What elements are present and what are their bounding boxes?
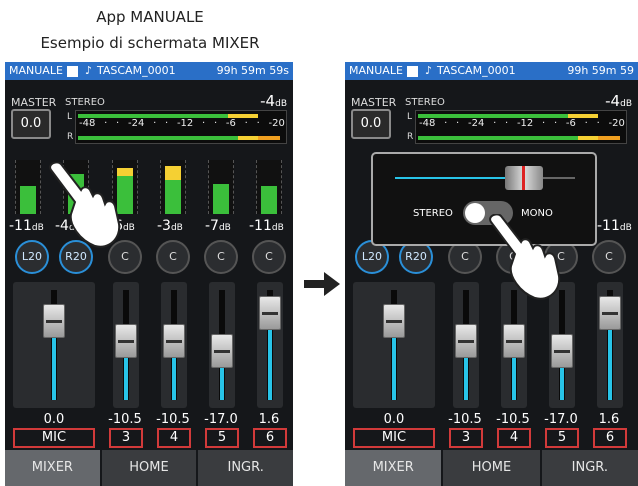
fader-value: 0.0 bbox=[43, 412, 65, 427]
caption-subtitle: Esempio di schermata MIXER bbox=[40, 34, 260, 52]
channel-name-button[interactable]: 6 bbox=[593, 428, 627, 448]
pan-knob[interactable]: C bbox=[252, 240, 286, 274]
channel-fader-3[interactable] bbox=[453, 282, 479, 408]
fader-value: 1.6 bbox=[598, 412, 620, 427]
tab-input[interactable]: INGR. bbox=[198, 450, 293, 486]
channel-name-button[interactable]: 5 bbox=[545, 428, 579, 448]
channel-fader-mic[interactable] bbox=[353, 282, 435, 408]
channel-fader-3[interactable] bbox=[113, 282, 139, 408]
meter-left-label: L bbox=[67, 112, 73, 122]
meter-left-label: L bbox=[407, 112, 413, 122]
fader-value: -10.5 bbox=[496, 412, 530, 427]
channel-fader-6[interactable] bbox=[257, 282, 283, 408]
channel-name-button[interactable]: MIC bbox=[353, 428, 435, 448]
mixer-screen-right: MANUALE ♪ TASCAM_0001 99h 59m 59 MASTER … bbox=[345, 62, 638, 486]
channel-fader-5[interactable] bbox=[209, 282, 235, 408]
master-peak: -4dB bbox=[605, 92, 632, 110]
top-bar: MANUALE ♪ TASCAM_0001 99h 59m 59s bbox=[5, 62, 293, 80]
channel-name-button[interactable]: 4 bbox=[497, 428, 531, 448]
pointing-hand-icon bbox=[49, 162, 121, 248]
music-note-icon: ♪ bbox=[425, 64, 433, 77]
tab-mixer[interactable]: MIXER bbox=[5, 450, 100, 486]
channel-fader-6[interactable] bbox=[597, 282, 623, 408]
master-level-button[interactable]: 0.0 bbox=[351, 109, 391, 139]
bottom-nav: MIXER HOME INGR. bbox=[5, 450, 293, 486]
master-label: MASTER bbox=[11, 96, 57, 109]
fader-value: 1.6 bbox=[258, 412, 280, 427]
fader-value: 0.0 bbox=[383, 412, 405, 427]
fader-value: -17.0 bbox=[204, 412, 238, 427]
mixer-screen-left: MANUALE ♪ TASCAM_0001 99h 59m 59s MASTER… bbox=[5, 62, 293, 486]
stereo-label: STEREO bbox=[65, 97, 105, 108]
channel-db: -11dB bbox=[249, 218, 284, 234]
pan-knob[interactable]: C bbox=[156, 240, 190, 274]
fader-value: -10.5 bbox=[156, 412, 190, 427]
channel-name-button[interactable]: 3 bbox=[449, 428, 483, 448]
pan-knob[interactable]: C bbox=[204, 240, 238, 274]
meter-right-label: R bbox=[67, 132, 74, 142]
top-bar: MANUALE ♪ TASCAM_0001 99h 59m 59 bbox=[345, 62, 638, 80]
channel-fader-4[interactable] bbox=[161, 282, 187, 408]
fader-value: -10.5 bbox=[448, 412, 482, 427]
channel-name-button[interactable]: 5 bbox=[205, 428, 239, 448]
channel-db: -11dB bbox=[597, 218, 632, 234]
master-level-button[interactable]: 0.0 bbox=[11, 109, 51, 139]
balance-slider-handle[interactable] bbox=[505, 166, 543, 190]
remaining-time: 99h 59m 59s bbox=[216, 64, 289, 77]
meter-scale: -48 · · -24 · · -12 · · -6 · · -20 bbox=[419, 118, 625, 129]
app-mode-label: MANUALE bbox=[349, 64, 403, 77]
channel-name-button[interactable]: 3 bbox=[109, 428, 143, 448]
meter-scale: -48 · · -24 · · -12 · · -6 · · -20 bbox=[79, 118, 285, 129]
bottom-nav: MIXER HOME INGR. bbox=[345, 450, 638, 486]
tab-input[interactable]: INGR. bbox=[541, 450, 638, 486]
status-square-icon bbox=[67, 66, 78, 77]
stereo-label: STEREO bbox=[405, 97, 445, 108]
master-peak: -4dB bbox=[260, 92, 287, 110]
channel-name-button[interactable]: 4 bbox=[157, 428, 191, 448]
right-arrow-icon bbox=[304, 272, 340, 296]
tab-home[interactable]: HOME bbox=[443, 450, 540, 486]
channel-db: -7dB bbox=[205, 218, 231, 234]
channel-db: -3dB bbox=[157, 218, 183, 234]
pan-knob[interactable]: C bbox=[592, 240, 626, 274]
pointing-hand-icon bbox=[489, 214, 561, 300]
fader-value: -10.5 bbox=[108, 412, 142, 427]
caption-title: App MANUALE bbox=[96, 8, 204, 26]
fader-value: -17.0 bbox=[544, 412, 578, 427]
pan-knob[interactable]: L20 bbox=[15, 240, 49, 274]
channel-name-button[interactable]: 6 bbox=[253, 428, 287, 448]
channel-fader-mic[interactable] bbox=[13, 282, 95, 408]
file-name: TASCAM_0001 bbox=[97, 64, 176, 77]
channel-name-button[interactable]: MIC bbox=[13, 428, 95, 448]
channel-db: -11dB bbox=[9, 218, 44, 234]
remaining-time: 99h 59m 59 bbox=[567, 64, 634, 77]
channel-meter bbox=[15, 160, 41, 214]
app-mode-label: MANUALE bbox=[9, 64, 63, 77]
master-label: MASTER bbox=[351, 96, 397, 109]
status-square-icon bbox=[407, 66, 418, 77]
tab-mixer[interactable]: MIXER bbox=[345, 450, 442, 486]
tab-home[interactable]: HOME bbox=[101, 450, 197, 486]
file-name: TASCAM_0001 bbox=[437, 64, 516, 77]
music-note-icon: ♪ bbox=[85, 64, 93, 77]
meter-right-label: R bbox=[407, 132, 414, 142]
stereo-option-label: STEREO bbox=[413, 208, 453, 219]
